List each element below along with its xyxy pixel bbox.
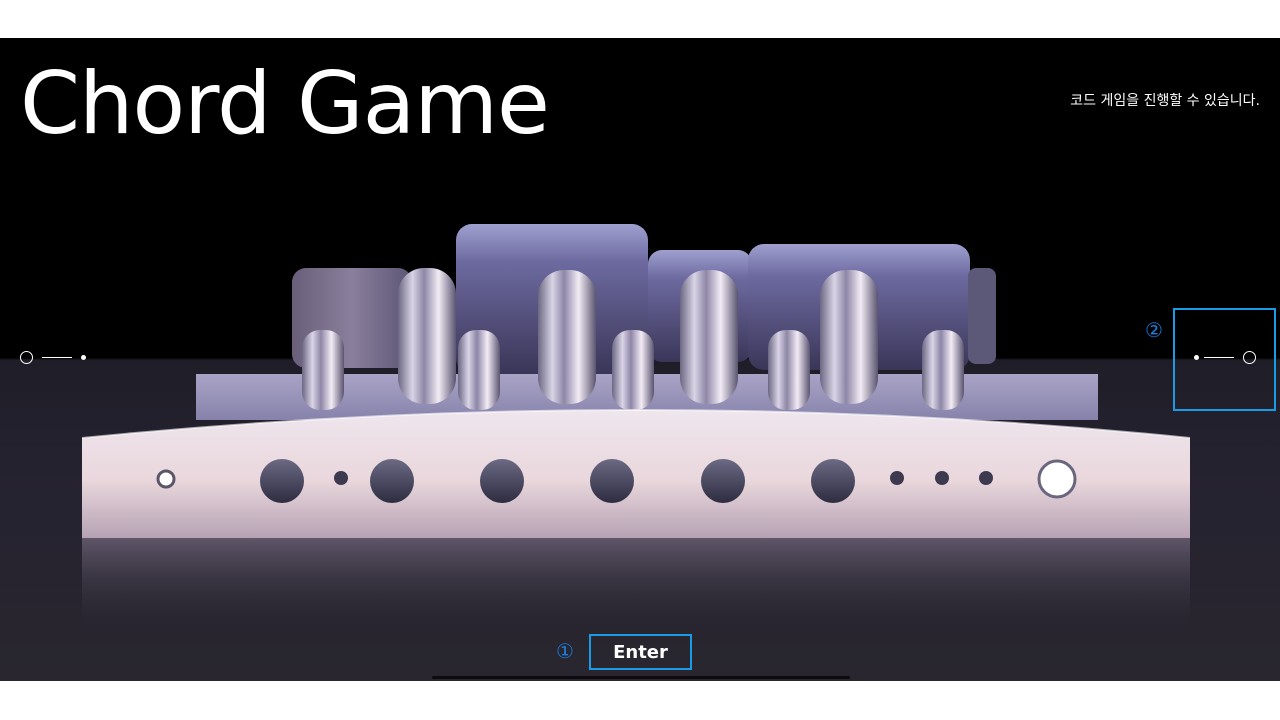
game-screen: Chord Game 코드 게임을 진행할 수 있습니다. ② ① Enter	[0, 38, 1280, 681]
page-title: Chord Game	[20, 54, 550, 154]
carousel-prev-button[interactable]	[20, 350, 90, 368]
carousel-dot-icon	[81, 355, 86, 360]
carousel-next-button[interactable]	[1190, 350, 1260, 368]
enter-button[interactable]: Enter	[589, 634, 692, 670]
home-indicator-bar	[432, 676, 850, 679]
carousel-ring-icon	[20, 351, 33, 364]
annotation-marker-1: ①	[556, 639, 574, 663]
page-subtitle: 코드 게임을 진행할 수 있습니다.	[1070, 93, 1260, 109]
carousel-dot-icon	[1194, 355, 1199, 360]
annotation-marker-2: ②	[1145, 318, 1163, 342]
carousel-line-icon	[1204, 357, 1234, 358]
carousel-line-icon	[42, 357, 72, 358]
carousel-ring-icon	[1243, 351, 1256, 364]
